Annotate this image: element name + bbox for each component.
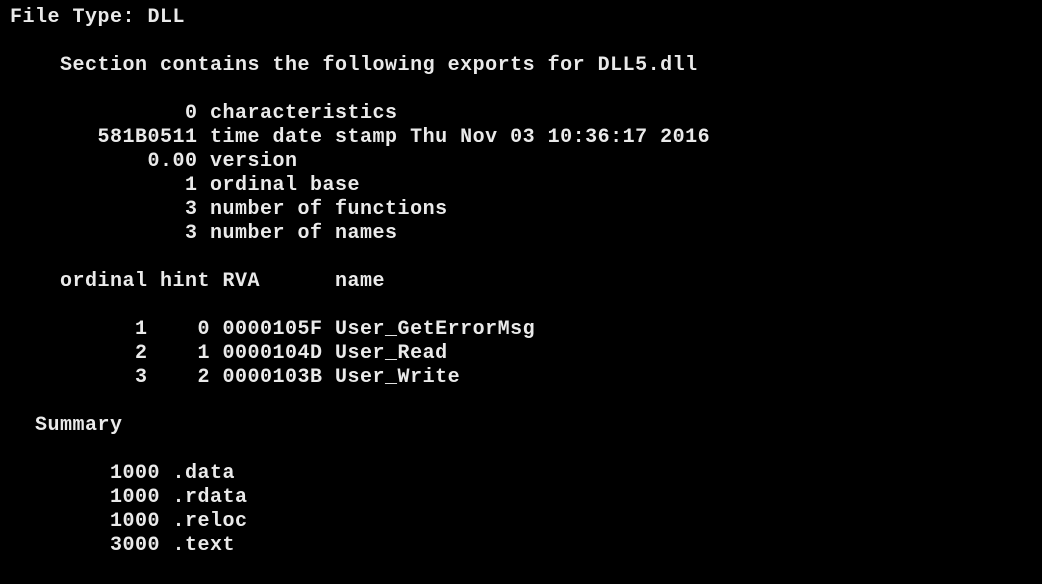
hdr-characteristics: 0 characteristics <box>10 102 398 125</box>
summary-row: 1000 .data <box>10 462 235 485</box>
hdr-num-names: 3 number of names <box>10 222 398 245</box>
file-type-value: DLL <box>148 6 186 29</box>
summary-row: 1000 .reloc <box>10 510 248 533</box>
hdr-num-functions: 3 number of functions <box>10 198 448 221</box>
summary-label: Summary <box>10 414 123 437</box>
file-type-label: File Type: <box>10 6 148 29</box>
hdr-timestamp: 581B0511 time date stamp Thu Nov 03 10:3… <box>10 126 710 149</box>
summary-row: 3000 .text <box>10 534 235 557</box>
hdr-ordinal-base: 1 ordinal base <box>10 174 360 197</box>
terminal-output: File Type: DLL Section contains the foll… <box>0 0 1042 568</box>
exports-header: Section contains the following exports f… <box>10 54 698 77</box>
hdr-version: 0.00 version <box>10 150 298 173</box>
file-type-line: File Type: DLL <box>10 6 185 29</box>
export-row: 1 0 0000105F User_GetErrorMsg <box>10 318 535 341</box>
export-row: 2 1 0000104D User_Read <box>10 342 448 365</box>
summary-row: 1000 .rdata <box>10 486 248 509</box>
export-row: 3 2 0000103B User_Write <box>10 366 460 389</box>
export-table-header: ordinal hint RVA name <box>10 270 385 293</box>
